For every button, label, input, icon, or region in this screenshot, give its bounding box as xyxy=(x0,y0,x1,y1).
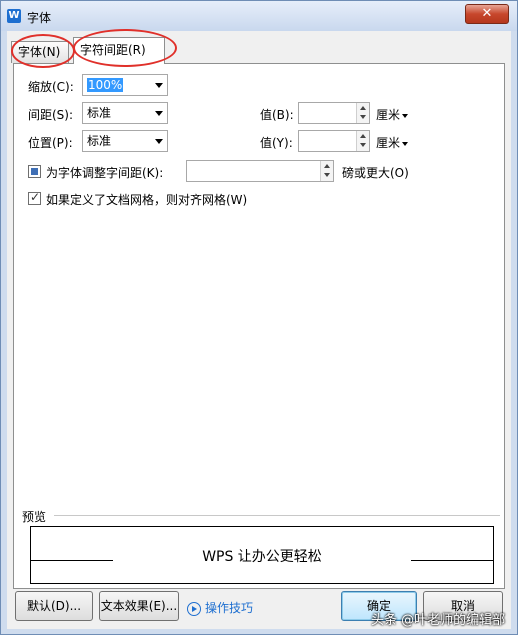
position-unit-text: 厘米 xyxy=(376,136,401,150)
tips-link[interactable]: 操作技巧 xyxy=(187,599,253,616)
close-button[interactable]: ✕ xyxy=(465,4,509,24)
chevron-down-icon xyxy=(402,141,409,146)
spacing-combo[interactable]: 标准 xyxy=(82,102,168,124)
spin-down-icon xyxy=(360,143,366,147)
spacing-unit-text: 厘米 xyxy=(376,108,401,122)
preview-box: WPS 让办公更轻松 xyxy=(30,526,494,584)
kerning-suffix: 磅或更大(O) xyxy=(342,166,409,180)
spin-buttons[interactable] xyxy=(356,103,369,123)
watermark: 头条 @叶老师的编辑部 xyxy=(371,613,506,628)
chevron-down-icon xyxy=(155,83,163,88)
tips-label: 操作技巧 xyxy=(205,601,254,615)
chevron-down-icon xyxy=(155,111,163,116)
position-amount-input[interactable] xyxy=(298,130,370,152)
spin-up-icon xyxy=(360,134,366,138)
spin-down-icon xyxy=(324,173,330,177)
text-effects-button[interactable]: 文本效果(E)... xyxy=(99,591,179,621)
tab-font[interactable]: 字体(N) xyxy=(11,41,69,63)
position-label: 位置(P): xyxy=(28,136,73,150)
position-combo[interactable]: 标准 xyxy=(82,130,168,152)
scale-combo[interactable]: 100% xyxy=(82,74,168,96)
position-amount-label: 值(Y): xyxy=(260,136,293,150)
spacing-value: 标准 xyxy=(87,106,112,120)
tab-character-spacing[interactable]: 字符间距(R) xyxy=(73,37,165,64)
dialog-client: 字体(N) 字符间距(R) 缩放(C): 100% 间距(S): 标准 值(B)… xyxy=(7,29,511,629)
font-dialog: W 字体 ✕ 字体(N) 字符间距(R) 缩放(C): 100% 间距(S): … xyxy=(0,0,518,635)
spin-buttons[interactable] xyxy=(320,161,333,181)
preview-label: 预览 xyxy=(22,510,47,524)
spin-up-icon xyxy=(324,164,330,168)
play-circle-icon xyxy=(187,601,201,616)
spacing-amount-input[interactable] xyxy=(298,102,370,124)
position-value: 标准 xyxy=(87,134,112,148)
character-spacing-panel: 缩放(C): 100% 间距(S): 标准 值(B): 厘米 位置(P): 标准 xyxy=(13,63,505,589)
spacing-label: 间距(S): xyxy=(28,108,74,122)
spin-up-icon xyxy=(360,106,366,110)
title-bar: W 字体 ✕ xyxy=(1,1,517,31)
scale-value: 100% xyxy=(87,78,124,92)
default-button[interactable]: 默认(D)... xyxy=(15,591,93,621)
spacing-amount-label: 值(B): xyxy=(260,108,294,122)
kerning-size-input[interactable] xyxy=(186,160,334,182)
snap-grid-label: 如果定义了文档网格，则对齐网格(W) xyxy=(46,193,248,207)
scale-label: 缩放(C): xyxy=(28,80,74,94)
kerning-label: 为字体调整字间距(K): xyxy=(46,166,164,180)
spin-buttons[interactable] xyxy=(356,131,369,151)
spin-down-icon xyxy=(360,115,366,119)
spacing-unit[interactable]: 厘米 xyxy=(376,106,409,123)
dialog-title: 字体 xyxy=(27,11,52,25)
preview-divider xyxy=(54,515,500,516)
kerning-checkbox[interactable] xyxy=(28,165,41,178)
snap-grid-checkbox[interactable] xyxy=(28,190,41,205)
chevron-down-icon xyxy=(155,139,163,144)
preview-sample-text: WPS 让办公更轻松 xyxy=(202,549,322,565)
position-unit[interactable]: 厘米 xyxy=(376,134,409,151)
wps-writer-icon: W xyxy=(7,9,21,23)
chevron-down-icon xyxy=(402,113,409,118)
